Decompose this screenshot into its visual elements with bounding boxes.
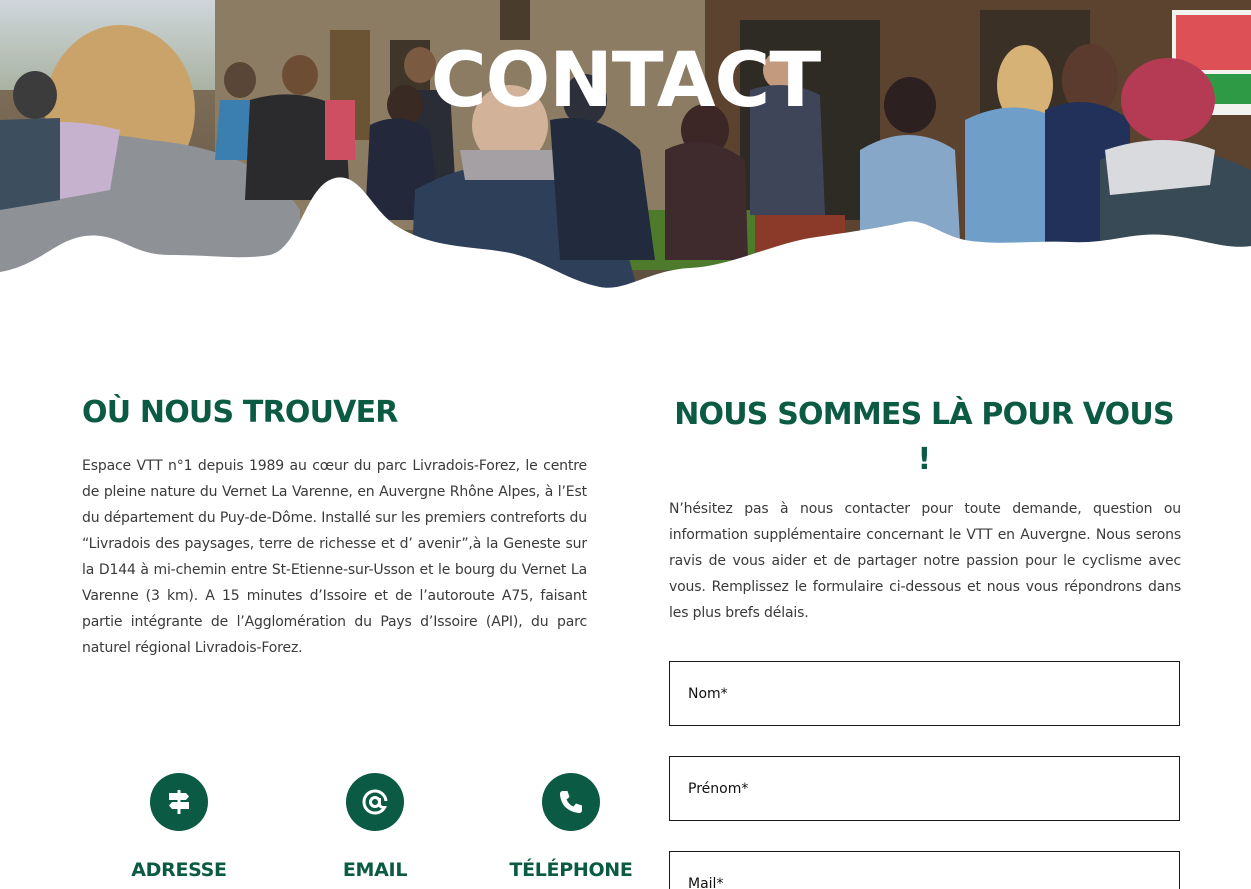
location-description: Espace VTT n°1 depuis 1989 au cœur du pa…	[82, 458, 587, 656]
at-icon	[346, 773, 404, 831]
contact-form-intro: N’hésitez pas à nous contacter pour tout…	[669, 501, 1181, 621]
signpost-icon	[150, 773, 208, 831]
contact-form-heading: NOUS SOMMES LÀ POUR VOUS !	[674, 397, 1174, 477]
contact-email[interactable]: EMAIL	[275, 773, 475, 881]
contact-phone-label: TÉLÉPHONE	[509, 859, 633, 881]
location-heading: OÙ NOUS TROUVER	[82, 395, 398, 430]
contact-address[interactable]: ADRESSE	[79, 773, 279, 881]
prenom-field[interactable]	[669, 756, 1180, 821]
phone-icon	[542, 773, 600, 831]
page-title: CONTACT	[430, 35, 821, 124]
contact-email-label: EMAIL	[342, 859, 408, 881]
mail-field[interactable]	[669, 851, 1180, 889]
contact-phone[interactable]: TÉLÉPHONE	[471, 773, 671, 881]
hero-banner: CONTACT	[0, 0, 1251, 300]
nom-field[interactable]	[669, 661, 1180, 726]
contact-address-label: ADRESSE	[131, 859, 227, 881]
